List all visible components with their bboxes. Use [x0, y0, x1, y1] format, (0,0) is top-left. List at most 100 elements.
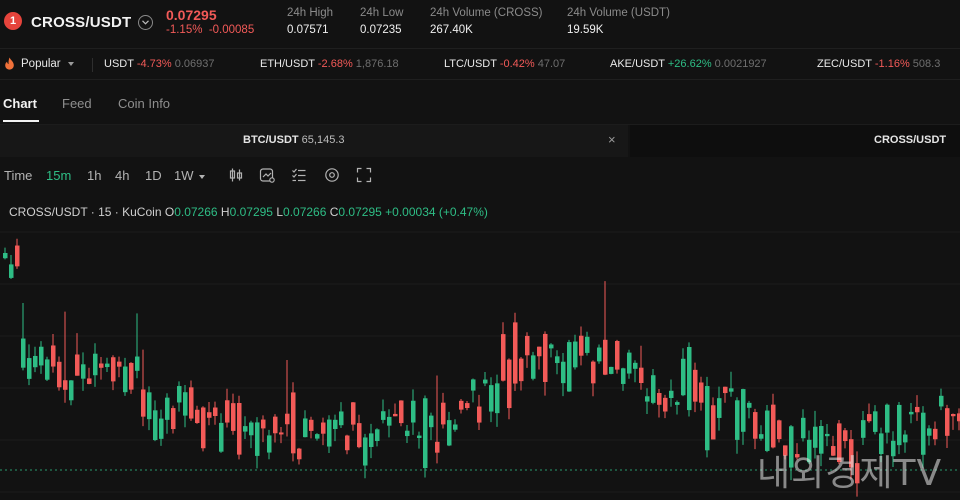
interval-1h[interactable]: 1h — [87, 168, 101, 183]
candle-body — [693, 369, 698, 402]
interval-4h[interactable]: 4h — [115, 168, 129, 183]
candle-body — [507, 359, 512, 409]
ticker-bar: Popular USDT -4.73% 0.06937 ETH/USDT -2.… — [0, 48, 960, 80]
candle-body — [21, 338, 26, 368]
candle-body — [375, 429, 380, 441]
ticker-item[interactable]: AKE/USDT +26.62% 0.0021927 — [610, 58, 767, 70]
candle-body — [801, 417, 806, 439]
candle-body — [411, 400, 416, 423]
candle-body — [579, 335, 584, 356]
candle-body — [585, 336, 590, 353]
candle-body — [525, 335, 530, 356]
candle-body — [111, 357, 116, 382]
candle-body — [393, 413, 398, 417]
legend-high: 0.07295 — [229, 205, 273, 219]
candle-body — [321, 422, 326, 434]
stat-label: 24h Volume (CROSS) — [430, 7, 543, 19]
candle-body — [219, 422, 224, 452]
indicators-icon[interactable] — [259, 167, 275, 183]
candle-body — [165, 397, 170, 420]
ticker-item[interactable]: USDT -4.73% 0.06937 — [104, 58, 215, 70]
candle-body — [939, 395, 944, 407]
interval-1d[interactable]: 1D — [145, 168, 162, 183]
candle-body — [945, 408, 950, 436]
candle-body — [309, 419, 314, 431]
candle-body — [183, 392, 188, 416]
chart-tab-cross[interactable]: CROSS/USDT — [630, 125, 960, 157]
ticker-price: 0.06937 — [174, 58, 215, 70]
popular-filter[interactable]: Popular — [4, 57, 74, 70]
drawing-tools-icon[interactable] — [291, 167, 307, 183]
candle-body — [261, 419, 266, 429]
candle-body — [603, 339, 608, 375]
candle-body — [867, 414, 872, 422]
candle-body — [477, 406, 482, 423]
candle-body — [645, 396, 650, 402]
fullscreen-icon[interactable] — [356, 167, 372, 183]
candle-body — [909, 411, 914, 415]
stat-value: 267.40K — [430, 24, 473, 36]
legend-open-key: O — [164, 205, 175, 219]
close-icon[interactable]: × — [608, 132, 616, 147]
candle-body — [777, 420, 782, 440]
ticker-symbol: ETH/USDT — [260, 58, 315, 70]
candle-body — [81, 364, 86, 379]
candle-body — [339, 411, 344, 426]
candle-body — [543, 333, 548, 382]
tab-chart[interactable]: Chart — [3, 96, 37, 111]
candle-body — [561, 361, 566, 384]
settings-icon[interactable] — [324, 167, 340, 183]
candle-body — [513, 322, 518, 384]
candle-body — [933, 428, 938, 440]
candle-body — [471, 379, 476, 391]
candle-body — [483, 379, 488, 384]
candle-body — [687, 347, 692, 411]
candle-body — [189, 387, 194, 419]
chevron-down-icon[interactable] — [138, 15, 153, 30]
price-change: -1.15% -0.00085 — [166, 24, 254, 36]
candle-body — [531, 355, 536, 379]
candle-body — [753, 412, 758, 439]
candle-body — [873, 411, 878, 432]
candle-body — [141, 389, 146, 417]
candle-body — [207, 412, 212, 418]
candlestick-type-icon[interactable] — [228, 167, 244, 183]
candle-body — [897, 404, 902, 446]
chart-tab-btc[interactable]: BTC/USDT 65,145.3 × — [0, 125, 628, 157]
candle-body — [279, 432, 284, 435]
candle-body — [915, 406, 920, 413]
tab-feed[interactable]: Feed — [62, 96, 92, 111]
legend-low: 0.07266 — [283, 205, 327, 219]
candle-body — [15, 245, 20, 267]
candle-body — [447, 420, 452, 446]
candle-body — [555, 356, 560, 364]
candlestick-chart[interactable]: CROSS/USDT · 15 · KuCoin O0.07266 H0.072… — [0, 196, 960, 500]
caret-down-icon — [198, 174, 205, 179]
ticker-item[interactable]: ETH/USDT -2.68% 1,876.18 — [260, 58, 399, 70]
tab-coin-info[interactable]: Coin Info — [118, 96, 170, 111]
candle-body — [123, 366, 128, 393]
ticker-change: -2.68% — [317, 58, 353, 70]
ticker-price: 0.0021927 — [714, 58, 767, 70]
candle-body — [399, 400, 404, 424]
pair-name[interactable]: CROSS/USDT — [31, 14, 131, 31]
candle-body — [201, 407, 206, 449]
candle-body — [171, 408, 176, 430]
popular-label: Popular — [21, 57, 61, 70]
interval-1w[interactable]: 1W — [174, 168, 205, 183]
interval-15m[interactable]: 15m — [46, 168, 71, 183]
ticker-item[interactable]: ZEC/USDT -1.16% 508.3 — [817, 58, 940, 70]
candle-body — [273, 416, 278, 434]
candle-body — [9, 264, 14, 278]
ticker-item[interactable]: LTC/USDT -0.42% 47.07 — [444, 58, 565, 70]
legend-close: 0.07295 — [338, 205, 382, 219]
candle-body — [255, 422, 260, 456]
candle-body — [153, 410, 158, 441]
change-absolute: -0.00085 — [208, 24, 255, 36]
candle-body — [117, 361, 122, 367]
ticker-change: +26.62% — [667, 58, 712, 70]
candle-body — [159, 418, 164, 439]
candle-body — [291, 392, 296, 454]
candle-body — [387, 416, 392, 426]
candle-body — [231, 403, 236, 431]
